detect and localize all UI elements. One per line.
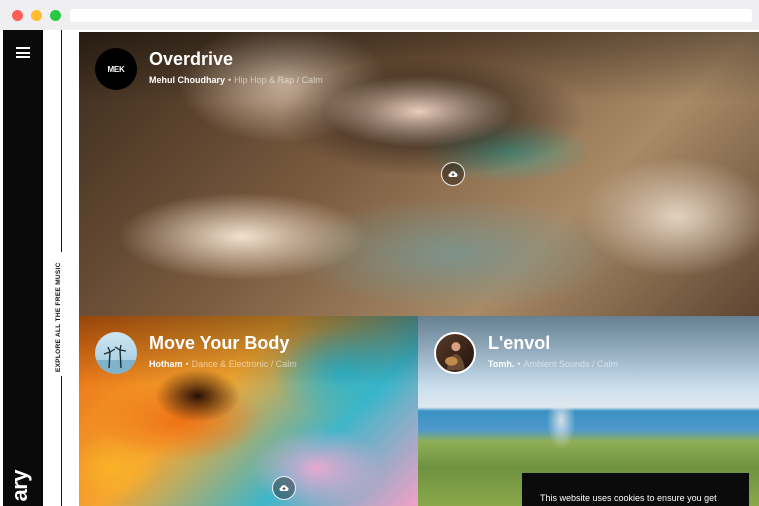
artist-name[interactable]: Mehul Choudhary bbox=[149, 75, 225, 85]
artist-avatar[interactable] bbox=[95, 332, 137, 374]
track-genres: Ambient Sounds / Calm bbox=[523, 359, 619, 369]
minimize-window-button[interactable] bbox=[31, 10, 42, 21]
hamburger-menu-icon[interactable] bbox=[16, 47, 30, 58]
cookie-text: This website uses cookies to ensure you … bbox=[540, 493, 717, 503]
artist-name[interactable]: Hotham bbox=[149, 359, 183, 369]
track-title[interactable]: Overdrive bbox=[149, 49, 233, 70]
rail-divider-bottom bbox=[61, 376, 62, 506]
brand-logo-text[interactable]: ary bbox=[7, 470, 33, 502]
rail-divider-top bbox=[61, 30, 62, 252]
maximize-window-button[interactable] bbox=[50, 10, 61, 21]
cloud-download-icon[interactable] bbox=[441, 162, 465, 186]
track-meta: Hotham • Dance & Electronic / Calm bbox=[149, 359, 297, 369]
explore-link[interactable]: EXPLORE ALL THE FREE MUSIC bbox=[55, 262, 62, 372]
artist-name[interactable]: Tomh. bbox=[488, 359, 514, 369]
browser-chrome bbox=[0, 0, 759, 30]
track-card-move-your-body[interactable]: Move Your Body Hotham • Dance & Electronic… bbox=[79, 316, 418, 506]
track-meta: Tomh. • Ambient Sounds / Calm bbox=[488, 359, 619, 369]
track-genres: Hip Hop & Rap / Calm bbox=[234, 75, 323, 85]
track-title[interactable]: L'envol bbox=[488, 333, 550, 354]
explore-rail: EXPLORE ALL THE FREE MUSIC bbox=[43, 30, 79, 506]
sidebar: ary bbox=[3, 30, 43, 506]
track-genres: Dance & Electronic / Calm bbox=[191, 359, 297, 369]
cookie-banner: This website uses cookies to ensure you … bbox=[522, 473, 749, 506]
address-bar[interactable] bbox=[70, 9, 752, 22]
close-window-button[interactable] bbox=[12, 10, 23, 21]
cloud-download-icon[interactable] bbox=[272, 476, 296, 500]
track-title[interactable]: Move Your Body bbox=[149, 333, 289, 354]
track-card-overdrive[interactable]: MEK Overdrive Mehul Choudhary • Hip Hop & … bbox=[79, 32, 759, 316]
page-viewport: ary EXPLORE ALL THE FREE MUSIC MEK Overd… bbox=[0, 30, 759, 506]
artist-avatar[interactable] bbox=[434, 332, 476, 374]
artist-avatar[interactable]: MEK bbox=[95, 48, 137, 90]
track-meta: Mehul Choudhary • Hip Hop & Rap / Calm bbox=[149, 75, 323, 85]
